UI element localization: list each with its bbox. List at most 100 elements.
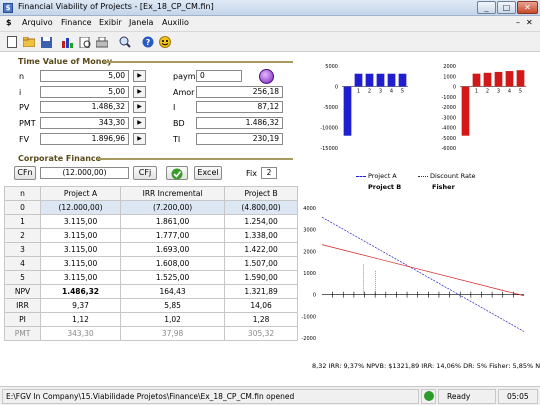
table-cell[interactable]: (7.200,00) bbox=[120, 200, 226, 215]
tvm-compute-i-button[interactable]: ▶ bbox=[133, 86, 146, 98]
table-cell[interactable]: 305,32 bbox=[224, 326, 298, 341]
project-a-chart-y-tick: -5000 bbox=[323, 105, 338, 111]
table-cell[interactable]: (12.000,00) bbox=[39, 200, 122, 215]
tvm-field-fv[interactable]: 1.896,96 bbox=[40, 133, 129, 145]
table-cell[interactable]: 3.115,00 bbox=[39, 228, 122, 243]
table-cell[interactable]: 1.486,32 bbox=[39, 284, 122, 299]
table-cell[interactable]: 1.321,89 bbox=[224, 284, 298, 299]
table-cell[interactable]: 1,12 bbox=[39, 312, 122, 327]
tvm-field-n[interactable]: 5,00 bbox=[40, 70, 129, 82]
row-header: 2 bbox=[4, 228, 41, 243]
table-cell[interactable]: 164,43 bbox=[120, 284, 226, 299]
tvm-label-amor: Amor bbox=[173, 88, 195, 97]
maximize-button[interactable]: □ bbox=[497, 1, 516, 14]
check-button[interactable] bbox=[166, 166, 188, 180]
menu-exibir[interactable]: Exibir bbox=[99, 18, 122, 27]
minimize-button[interactable]: _ bbox=[477, 1, 496, 14]
cfn-field[interactable]: (12.000,00) bbox=[40, 167, 129, 179]
mdi-minimize-button[interactable]: – bbox=[516, 18, 520, 27]
chart-icon[interactable] bbox=[61, 35, 75, 49]
help-icon[interactable]: ? bbox=[141, 35, 155, 49]
fix-field[interactable]: 2 bbox=[261, 167, 277, 179]
project-a-chart-y-tick: 5000 bbox=[325, 64, 338, 70]
table-cell[interactable]: 1.525,00 bbox=[120, 270, 226, 285]
table-cell[interactable]: 9,37 bbox=[39, 298, 122, 313]
save-icon[interactable] bbox=[39, 35, 53, 49]
table-cell[interactable]: 1.861,00 bbox=[120, 214, 226, 229]
menu-janela[interactable]: Janela bbox=[129, 18, 153, 27]
excel-button[interactable]: Excel bbox=[194, 166, 222, 180]
tvm-section-title: Time Value of Money bbox=[18, 57, 113, 66]
table-cell[interactable]: 3.115,00 bbox=[39, 242, 122, 257]
table-cell[interactable]: 1,28 bbox=[224, 312, 298, 327]
legend-discount-swatch bbox=[418, 176, 428, 177]
status-path: E:\FGV In Company\15.Viabilidade Projeto… bbox=[2, 389, 419, 404]
menu-finance[interactable]: Finance bbox=[61, 18, 92, 27]
npv-chart-y-tick: -2000 bbox=[301, 336, 316, 342]
tvm-compute-fv-button[interactable]: ▶ bbox=[133, 133, 146, 145]
table-cell[interactable]: 14,06 bbox=[224, 298, 298, 313]
legend-project-b-label: Project B bbox=[368, 183, 402, 191]
tvm-label-bd: BD bbox=[173, 119, 185, 128]
status-time: 05:05 bbox=[498, 389, 538, 404]
app-icon: $ bbox=[3, 3, 13, 13]
npv-chart-y-tick: 0 bbox=[313, 293, 316, 299]
table-cell[interactable]: 1.590,00 bbox=[224, 270, 298, 285]
title-bar: $ Financial Viability of Projects - [Ex_… bbox=[0, 0, 540, 16]
table-cell[interactable]: 1.777,00 bbox=[120, 228, 226, 243]
tvm-field-i: 87,12 bbox=[196, 101, 283, 113]
tvm-field-i[interactable]: 5,00 bbox=[40, 86, 129, 98]
table-cell[interactable]: 1.422,00 bbox=[224, 242, 298, 257]
project-b-chart-y-tick: -6000 bbox=[441, 146, 456, 152]
project-b-chart-x-tick: 2 bbox=[486, 89, 489, 95]
npv-chart-legend: Project A Discount Rate Project B Fisher bbox=[338, 172, 538, 192]
table-cell[interactable]: (4.800,00) bbox=[224, 200, 298, 215]
table-header-3[interactable]: Project B bbox=[224, 186, 298, 201]
print-icon[interactable] bbox=[95, 35, 109, 49]
table-cell[interactable]: 343,30 bbox=[39, 326, 122, 341]
smiley-icon[interactable] bbox=[158, 35, 172, 49]
mdi-close-button[interactable]: ✕ bbox=[526, 18, 533, 27]
project-a-bar-chart: 5000 0 -5000 -10000 -15000 1 2 3 4 5 bbox=[320, 64, 408, 152]
cfj-button[interactable]: CFj bbox=[133, 166, 157, 180]
menu-app-icon[interactable]: $ bbox=[6, 18, 12, 27]
open-folder-icon[interactable] bbox=[22, 35, 36, 49]
paym-field[interactable]: 0 bbox=[196, 70, 242, 82]
menu-arquivo[interactable]: Arquivo bbox=[22, 18, 53, 27]
row-header: 3 bbox=[4, 242, 41, 257]
table-cell[interactable]: 1,02 bbox=[120, 312, 226, 327]
npv-chart-y-tick: 2000 bbox=[303, 249, 316, 255]
print-preview-icon[interactable] bbox=[78, 35, 92, 49]
table-cell[interactable]: 1.338,00 bbox=[224, 228, 298, 243]
table-cell[interactable]: 5,85 bbox=[120, 298, 226, 313]
table-cell[interactable]: 37,98 bbox=[120, 326, 226, 341]
search-icon[interactable] bbox=[118, 35, 132, 49]
tvm-field-pmt[interactable]: 343,30 bbox=[40, 117, 129, 129]
tvm-field-pv[interactable]: 1.486,32 bbox=[40, 101, 129, 113]
table-cell[interactable]: 1.254,00 bbox=[224, 214, 298, 229]
table-cell[interactable]: 3.115,00 bbox=[39, 214, 122, 229]
table-header-1[interactable]: Project A bbox=[39, 186, 122, 201]
table-cell[interactable]: 3.115,00 bbox=[39, 256, 122, 271]
legend-fisher-label: Fisher bbox=[432, 183, 455, 191]
table-row: 3 3.115,00 1.693,00 1.422,00 bbox=[4, 242, 298, 257]
table-cell[interactable]: 1.507,00 bbox=[224, 256, 298, 271]
cfn-button[interactable]: CFn bbox=[14, 166, 36, 180]
new-file-icon[interactable] bbox=[5, 35, 19, 49]
calculate-orb-icon[interactable] bbox=[259, 69, 274, 84]
project-a-chart-bar bbox=[398, 73, 407, 87]
table-header-2[interactable]: IRR Incremental bbox=[120, 186, 226, 201]
close-button[interactable]: ✕ bbox=[517, 1, 538, 14]
row-header: IRR bbox=[4, 298, 41, 313]
menu-auxilio[interactable]: Auxilio bbox=[162, 18, 189, 27]
table-cell[interactable]: 1.608,00 bbox=[120, 256, 226, 271]
table-cell[interactable]: 3.115,00 bbox=[39, 270, 122, 285]
row-header: PMT bbox=[4, 326, 41, 341]
window-title: Financial Viability of Projects - [Ex_18… bbox=[18, 2, 214, 11]
tvm-compute-pmt-button[interactable]: ▶ bbox=[133, 117, 146, 129]
tvm-compute-pv-button[interactable]: ▶ bbox=[133, 101, 146, 113]
table-header-0[interactable]: n bbox=[4, 186, 41, 201]
tvm-section-divider bbox=[103, 61, 293, 63]
table-cell[interactable]: 1.693,00 bbox=[120, 242, 226, 257]
tvm-compute-n-button[interactable]: ▶ bbox=[133, 70, 146, 82]
